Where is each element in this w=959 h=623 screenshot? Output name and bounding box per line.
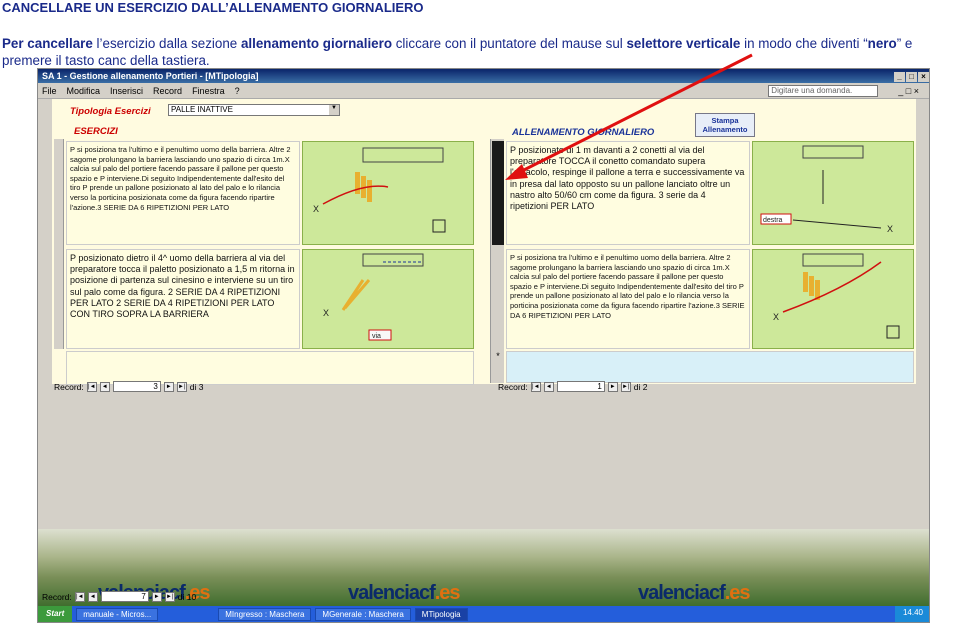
- annotation-arrow: [505, 53, 753, 180]
